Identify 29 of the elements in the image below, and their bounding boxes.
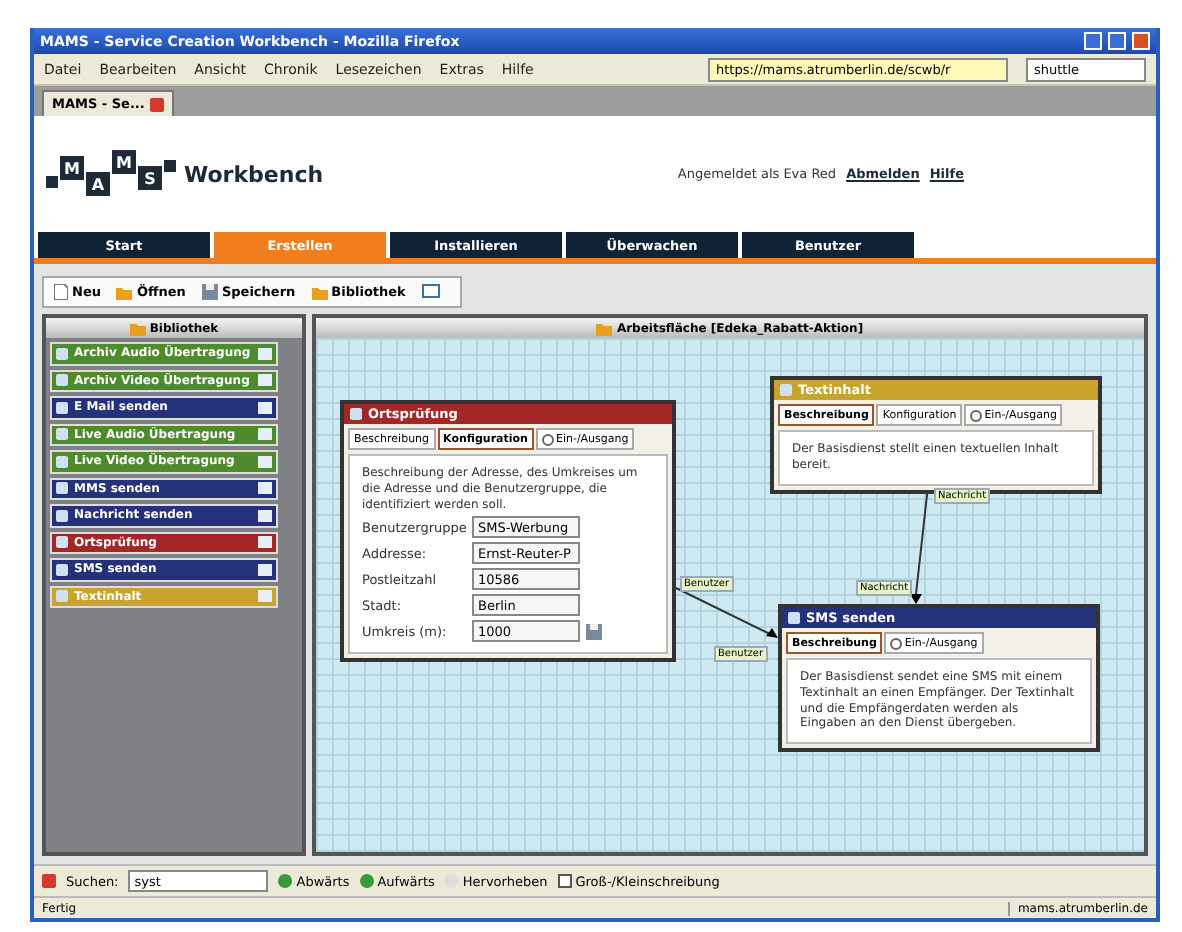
close-icon[interactable] xyxy=(1132,32,1150,50)
service-icon xyxy=(780,384,792,396)
service-icon xyxy=(56,401,68,414)
service-icon xyxy=(788,612,800,624)
service-icon xyxy=(56,428,68,441)
service-icon xyxy=(56,509,68,522)
service-icon xyxy=(56,563,68,576)
connector-line xyxy=(675,587,778,638)
service-icon xyxy=(56,374,68,387)
radio-icon xyxy=(890,637,903,649)
service-node[interactable] xyxy=(340,400,676,663)
folder-icon xyxy=(116,285,133,299)
service-icon xyxy=(56,347,68,360)
service-icon xyxy=(56,482,68,495)
radio-icon xyxy=(970,409,983,421)
service-icon xyxy=(56,590,68,603)
service-icon xyxy=(350,408,362,420)
save-icon xyxy=(201,284,218,300)
service-icon xyxy=(56,536,68,549)
radio-icon xyxy=(541,433,554,445)
monitor-icon xyxy=(421,284,440,300)
close-icon[interactable] xyxy=(150,97,165,111)
service-icon xyxy=(56,455,68,468)
save-icon xyxy=(586,623,602,640)
folder-icon xyxy=(311,285,328,299)
app-name: Workbench xyxy=(184,161,324,187)
page-icon xyxy=(54,284,68,300)
folder-icon xyxy=(129,321,146,335)
logo: M A M S xyxy=(46,150,176,198)
